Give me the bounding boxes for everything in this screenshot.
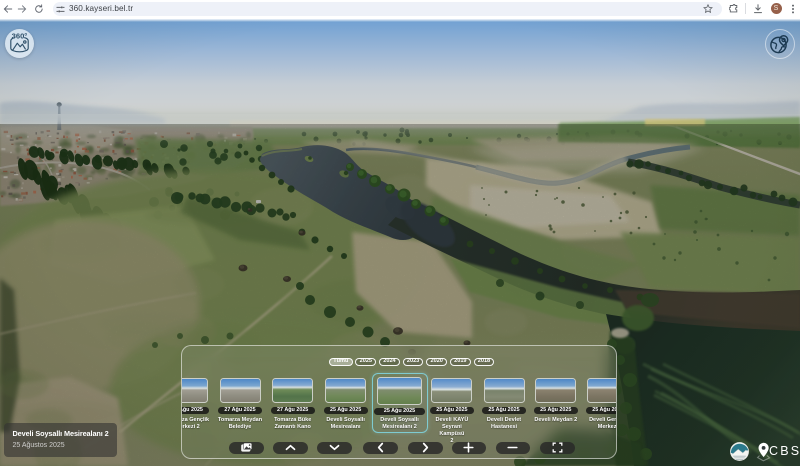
svg-text:360°: 360° (11, 31, 27, 40)
